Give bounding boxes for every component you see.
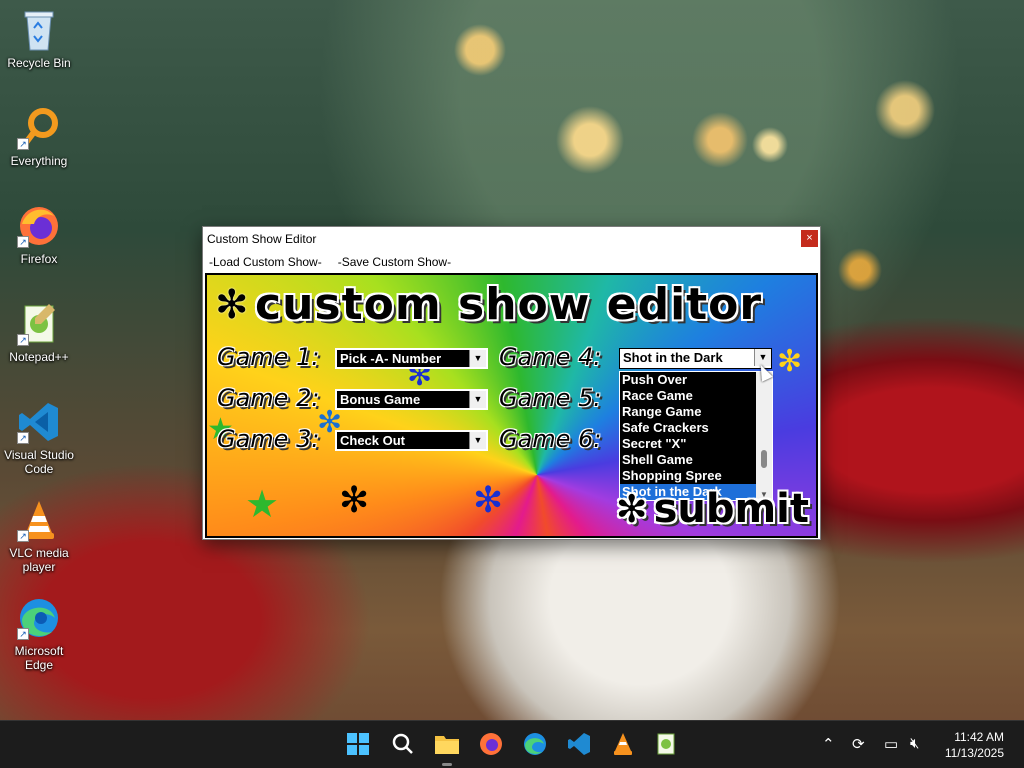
close-button[interactable]: × bbox=[801, 230, 818, 247]
game-3-label: Game 3: bbox=[217, 425, 320, 453]
dropdown-scrollbar[interactable]: ▲ ▼ bbox=[756, 372, 772, 500]
flower-icon: ✻ bbox=[777, 344, 803, 379]
search-icon[interactable] bbox=[388, 729, 418, 759]
dropdown-option[interactable]: Shell Game bbox=[620, 452, 756, 468]
chevron-down-icon: ▼ bbox=[469, 432, 486, 449]
game-5-label: Game 5: bbox=[499, 384, 602, 412]
game-4-select[interactable]: Shot in the Dark ▼ bbox=[619, 348, 772, 369]
game-4-label: Game 4: bbox=[499, 343, 602, 371]
shortcut-arrow-icon: ↗ bbox=[17, 236, 29, 248]
desktop-icon-label: Notepad++ bbox=[9, 350, 69, 364]
editor-canvas: ✻ ✻ ✻ ✻ ✻ ✻ ★ ★ custom show editor Game … bbox=[205, 273, 818, 538]
taskbar: ⌃ ⟳ ▭ 🔇︎ 11:42 AM 11/13/2025 bbox=[0, 720, 1024, 768]
submit-button[interactable]: ✻ submit bbox=[585, 483, 815, 535]
game-3-select[interactable]: Check Out ▼ bbox=[335, 430, 488, 451]
submit-label: submit bbox=[653, 486, 809, 532]
shortcut-arrow-icon: ↗ bbox=[17, 628, 29, 640]
game-6-label: Game 6: bbox=[499, 425, 602, 453]
game-1-value: Pick -A- Number bbox=[340, 351, 442, 366]
vlc-icon[interactable] bbox=[608, 729, 638, 759]
game-2-label: Game 2: bbox=[217, 384, 320, 412]
vlc-icon: ↗ bbox=[17, 498, 61, 542]
game-1-label: Game 1: bbox=[217, 343, 320, 371]
desktop-icon-label: Firefox bbox=[20, 252, 58, 266]
shortcut-arrow-icon: ↗ bbox=[17, 334, 29, 346]
flower-icon: ✻ bbox=[339, 480, 370, 521]
dropdown-option[interactable]: Secret "X" bbox=[620, 436, 756, 452]
game-3-value: Check Out bbox=[340, 433, 406, 448]
sync-icon[interactable]: ⟳ bbox=[852, 735, 865, 753]
edge-icon: ↗ bbox=[17, 596, 61, 640]
desktop-icon-vscode[interactable]: ↗ Visual Studio Code bbox=[0, 400, 78, 476]
dropdown-option[interactable]: Range Game bbox=[620, 404, 756, 420]
editor-heading: custom show editor bbox=[255, 279, 763, 330]
recycle-bin-icon bbox=[17, 8, 61, 52]
game-4-dropdown-list[interactable]: Push Over Race Game Range Game Safe Crac… bbox=[619, 371, 773, 501]
search-icon: ↗ bbox=[17, 106, 61, 150]
edge-icon[interactable] bbox=[520, 729, 550, 759]
vscode-icon: ↗ bbox=[17, 400, 61, 444]
game-2-select[interactable]: Bonus Game ▼ bbox=[335, 389, 488, 410]
desktop-icon-edge[interactable]: ↗ Microsoft Edge bbox=[0, 596, 78, 672]
desktop-icon-label: VLC media player bbox=[9, 546, 69, 574]
system-clock[interactable]: 11:42 AM 11/13/2025 bbox=[945, 729, 1004, 761]
game-1-select[interactable]: Pick -A- Number ▼ bbox=[335, 348, 488, 369]
shortcut-arrow-icon: ↗ bbox=[17, 530, 29, 542]
chevron-down-icon: ▼ bbox=[469, 350, 486, 367]
notepad-plus-plus-icon[interactable] bbox=[652, 729, 682, 759]
shortcut-arrow-icon: ↗ bbox=[17, 432, 29, 444]
flower-icon: ✻ bbox=[473, 480, 504, 521]
notepad-plus-plus-icon: ↗ bbox=[17, 302, 61, 346]
dropdown-option[interactable]: Push Over bbox=[620, 372, 756, 388]
window-title: Custom Show Editor bbox=[207, 232, 317, 246]
dropdown-option[interactable]: Safe Crackers bbox=[620, 420, 756, 436]
shortcut-arrow-icon: ↗ bbox=[17, 138, 29, 150]
clock-time: 11:42 AM bbox=[954, 730, 1004, 744]
desktop-icon-notepad-plus-plus[interactable]: ↗ Notepad++ bbox=[0, 302, 78, 364]
desktop-icon-recycle-bin[interactable]: Recycle Bin bbox=[0, 8, 78, 70]
window-titlebar[interactable]: Custom Show Editor bbox=[203, 227, 820, 251]
desktop-icon-label: Microsoft Edge bbox=[14, 644, 64, 672]
menu-save-custom-show[interactable]: -Save Custom Show- bbox=[338, 255, 451, 269]
menu-bar: -Load Custom Show- -Save Custom Show- bbox=[203, 251, 820, 272]
firefox-icon[interactable] bbox=[476, 729, 506, 759]
chevron-up-icon[interactable]: ⌃ bbox=[822, 735, 835, 753]
scrollbar-thumb[interactable] bbox=[761, 450, 767, 468]
game-4-value: Shot in the Dark bbox=[623, 350, 723, 365]
network-icon[interactable]: ▭ bbox=[884, 735, 898, 753]
custom-show-editor-window: Custom Show Editor × -Load Custom Show- … bbox=[202, 226, 821, 540]
desktop-icon-everything[interactable]: ↗ Everything bbox=[0, 106, 78, 168]
desktop-icon-label: Visual Studio Code bbox=[4, 448, 74, 476]
flower-icon: ✻ bbox=[215, 282, 249, 328]
firefox-icon: ↗ bbox=[17, 204, 61, 248]
desktop-icon-firefox[interactable]: ↗ Firefox bbox=[0, 204, 78, 266]
clock-date: 11/13/2025 bbox=[944, 746, 1004, 760]
dropdown-option[interactable]: Shopping Spree bbox=[620, 468, 756, 484]
chevron-down-icon: ▼ bbox=[469, 391, 486, 408]
flower-icon: ✻ bbox=[615, 487, 648, 531]
desktop-icon-vlc[interactable]: ↗ VLC media player bbox=[0, 498, 78, 574]
menu-load-custom-show[interactable]: -Load Custom Show- bbox=[209, 255, 322, 269]
game-2-value: Bonus Game bbox=[340, 392, 421, 407]
desktop-icon-label: Recycle Bin bbox=[7, 56, 71, 70]
file-explorer-icon[interactable] bbox=[432, 729, 462, 759]
volume-muted-icon[interactable]: 🔇︎ bbox=[910, 735, 919, 752]
dropdown-option[interactable]: Race Game bbox=[620, 388, 756, 404]
vscode-icon[interactable] bbox=[564, 729, 594, 759]
desktop-icon-label: Everything bbox=[10, 154, 68, 168]
star-icon: ★ bbox=[245, 482, 280, 526]
start-icon[interactable] bbox=[343, 729, 373, 759]
active-indicator bbox=[442, 763, 452, 766]
